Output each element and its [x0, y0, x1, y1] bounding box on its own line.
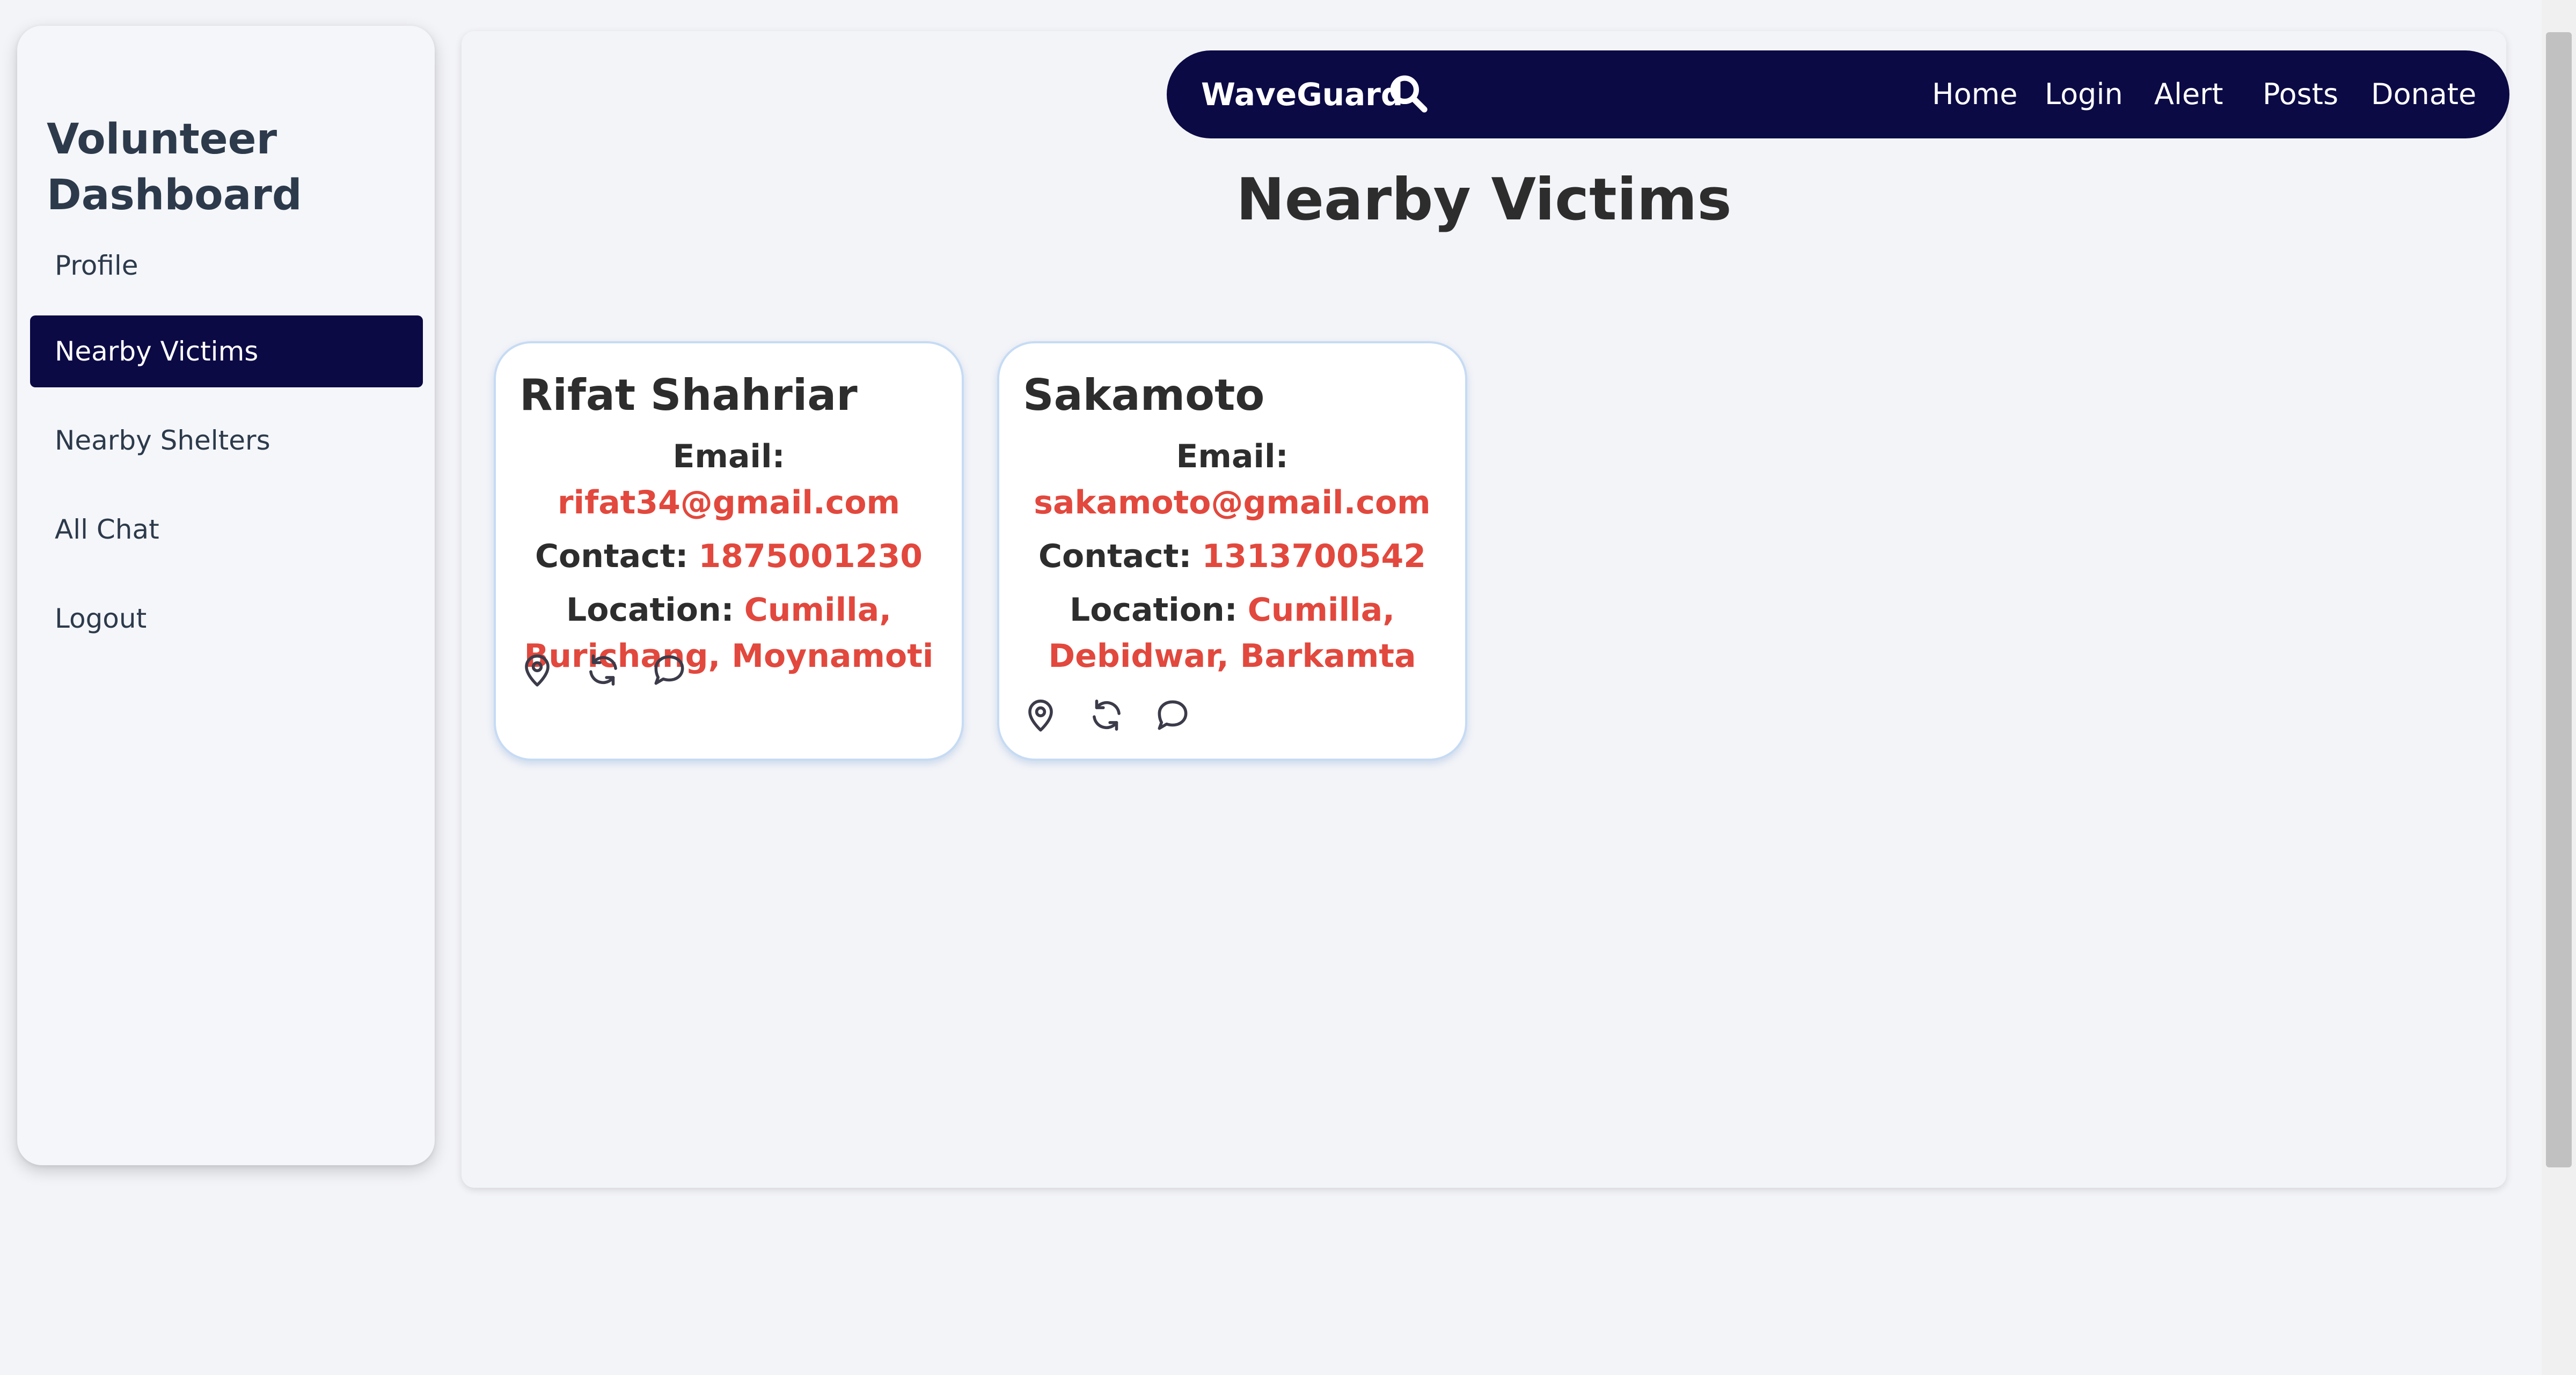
victim-contact: 1313700542	[1202, 538, 1426, 575]
email-label: Email:	[1176, 438, 1289, 475]
chat-bubble-icon[interactable]	[1153, 695, 1192, 735]
victim-email: rifat34@gmail.com	[557, 484, 901, 521]
scrollbar-thumb[interactable]	[2546, 32, 2572, 1167]
sidebar-item-nearby-shelters[interactable]: Nearby Shelters	[30, 405, 423, 476]
contact-label: Contact:	[1038, 538, 1192, 575]
location-label: Location:	[566, 591, 734, 629]
card-actions	[517, 650, 713, 696]
nav-link-posts[interactable]: Posts	[2263, 50, 2338, 138]
nav-link-alert[interactable]: Alert	[2154, 50, 2223, 138]
victim-card: Rifat Shahriar Email: rifat34@gmail.com …	[494, 341, 964, 761]
refresh-icon[interactable]	[1087, 695, 1126, 735]
victim-details: Email: sakamoto@gmail.com Contact: 13137…	[1021, 433, 1444, 687]
chat-bubble-icon[interactable]	[649, 650, 689, 690]
victim-email: sakamoto@gmail.com	[1034, 484, 1431, 521]
nav-link-donate[interactable]: Donate	[2371, 50, 2476, 138]
victim-name: Rifat Shahriar	[519, 370, 858, 420]
location-pin-icon[interactable]	[517, 650, 557, 690]
victim-card: Sakamoto Email: sakamoto@gmail.com Conta…	[997, 341, 1467, 761]
card-actions	[1021, 695, 1216, 741]
victim-details: Email: rifat34@gmail.com Contact: 187500…	[517, 433, 940, 687]
sidebar-title: Volunteer Dashboard	[47, 115, 302, 219]
search-icon[interactable]	[1387, 72, 1430, 115]
email-label: Email:	[672, 438, 785, 475]
nav-link-home[interactable]: Home	[1932, 50, 2017, 138]
sidebar-item-all-chat[interactable]: All Chat	[30, 494, 423, 565]
location-pin-icon[interactable]	[1021, 695, 1060, 735]
location-label: Location:	[1069, 591, 1238, 629]
contact-label: Contact:	[535, 538, 689, 575]
top-navbar: WaveGuard Home Login Alert Posts Donate	[1167, 50, 2509, 138]
sidebar-item-nearby-victims[interactable]: Nearby Victims	[30, 315, 423, 387]
page-title: Nearby Victims	[1236, 166, 1732, 233]
victim-contact: 1875001230	[698, 538, 923, 575]
sidebar-item-profile[interactable]: Profile	[30, 230, 423, 302]
sidebar: Volunteer Dashboard Profile Nearby Victi…	[17, 26, 435, 1165]
victim-name: Sakamoto	[1023, 370, 1265, 420]
sidebar-item-logout[interactable]: Logout	[30, 583, 423, 655]
refresh-icon[interactable]	[583, 650, 623, 690]
nav-link-login[interactable]: Login	[2045, 50, 2123, 138]
brand-logo[interactable]: WaveGuard	[1201, 50, 1403, 138]
